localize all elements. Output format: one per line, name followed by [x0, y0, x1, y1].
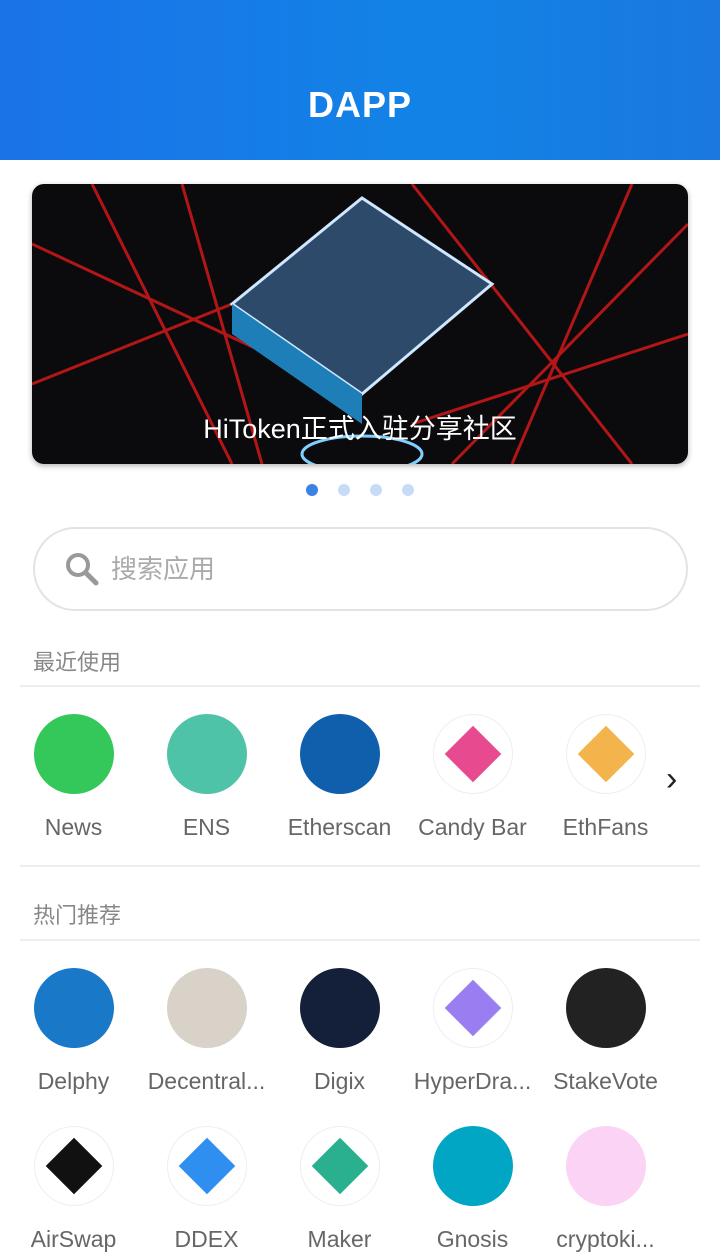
carousel-dot[interactable] [370, 484, 382, 496]
app-item[interactable]: cryptoki... [539, 1126, 672, 1253]
app-item[interactable]: Candy Bar [406, 714, 539, 841]
carousel-dots [0, 484, 720, 496]
banner-carousel[interactable]: HiToken正式入驻分享社区 [32, 184, 688, 464]
hot-apps-row: AirSwap DDEX Maker Gnosis cryptoki... [7, 1126, 672, 1253]
app-label: AirSwap [30, 1226, 117, 1252]
app-icon [33, 968, 114, 1048]
app-item[interactable]: Delphy [7, 968, 140, 1095]
app-label: cryptoki... [556, 1226, 655, 1252]
app-icon [565, 968, 646, 1048]
app-label: Digix [313, 1068, 366, 1094]
app-header: DAPP [0, 0, 720, 160]
app-label: StakeVote [553, 1068, 658, 1094]
app-icon [432, 714, 513, 794]
app-label: Gnosis [436, 1226, 509, 1252]
recent-section-title: 最近使用 [33, 650, 122, 675]
app-icon [299, 714, 380, 794]
app-label: Maker [307, 1226, 372, 1252]
app-item[interactable]: Digix [273, 968, 406, 1095]
search-input[interactable] [111, 553, 611, 585]
divider [20, 685, 700, 687]
app-item[interactable]: AirSwap [7, 1126, 140, 1253]
app-item[interactable]: News [7, 714, 140, 841]
app-label: DDEX [174, 1226, 239, 1252]
search-bar[interactable] [33, 527, 688, 611]
carousel-dot[interactable] [338, 484, 350, 496]
app-icon [166, 1126, 247, 1206]
app-label: Decentral... [147, 1068, 266, 1094]
app-icon [166, 714, 247, 794]
carousel-dot[interactable] [402, 484, 414, 496]
page-title: DAPP [307, 84, 413, 125]
app-label: EthFans [562, 814, 649, 840]
app-item[interactable]: Gnosis [406, 1126, 539, 1253]
app-item[interactable]: Maker [273, 1126, 406, 1253]
app-icon [432, 968, 513, 1048]
app-item[interactable]: DDEX [140, 1126, 273, 1253]
app-icon [33, 1126, 114, 1206]
app-icon [299, 1126, 380, 1206]
app-label: ENS [182, 814, 231, 840]
app-icon [565, 714, 646, 794]
search-icon [66, 553, 99, 586]
app-icon [299, 968, 380, 1048]
app-item[interactable]: HyperDra... [406, 968, 539, 1095]
app-label: Etherscan [287, 814, 392, 840]
divider [20, 865, 700, 867]
app-label: HyperDra... [413, 1068, 532, 1094]
hot-apps-row: Delphy Decentral... Digix HyperDra... StakeV… [7, 968, 672, 1095]
app-label: Candy Bar [418, 814, 527, 840]
recent-apps: News ENS Etherscan Candy Bar EthFans [7, 714, 672, 841]
app-item[interactable]: Etherscan [273, 714, 406, 841]
app-icon [432, 1126, 513, 1206]
divider [20, 939, 700, 941]
hot-section-title: 热门推荐 [33, 903, 122, 928]
app-item[interactable]: ENS [140, 714, 273, 841]
app-item[interactable]: Decentral... [140, 968, 273, 1095]
app-label: Delphy [37, 1068, 110, 1094]
app-item[interactable]: EthFans [539, 714, 672, 841]
banner-caption: HiToken正式入驻分享社区 [203, 414, 517, 444]
app-item[interactable]: StakeVote [539, 968, 672, 1095]
app-label: News [44, 814, 103, 840]
carousel-dot[interactable] [306, 484, 318, 496]
chevron-right-icon[interactable]: › [666, 760, 677, 799]
app-icon [565, 1126, 646, 1206]
app-icon [33, 714, 114, 794]
app-icon [166, 968, 247, 1048]
